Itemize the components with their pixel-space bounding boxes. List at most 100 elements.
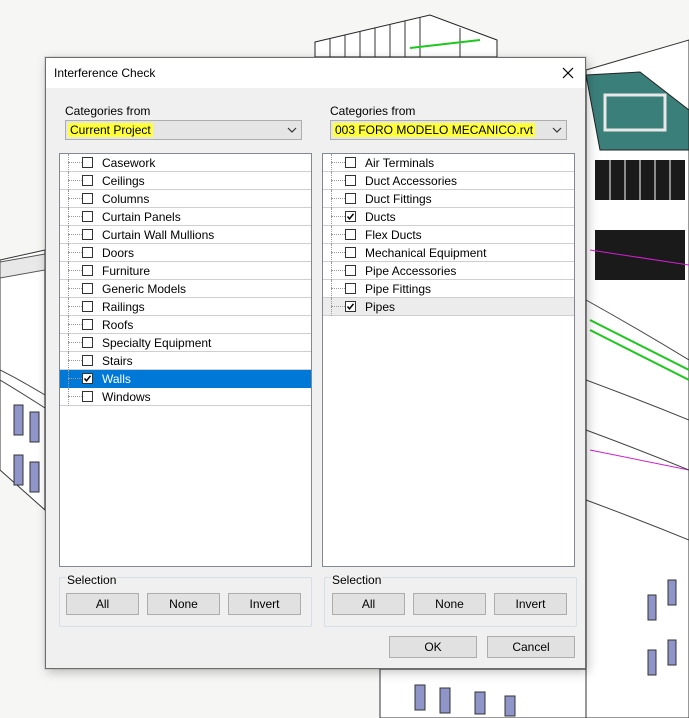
list-item[interactable]: Duct Fittings	[323, 190, 574, 208]
tree-connector	[331, 306, 345, 307]
left-all-button[interactable]: All	[66, 593, 139, 615]
tree-connector	[331, 180, 345, 181]
category-checkbox[interactable]	[345, 175, 356, 186]
right-source-dropdown[interactable]: 003 FORO MODELO MECANICO.rvt	[330, 120, 567, 140]
category-checkbox[interactable]	[82, 355, 93, 366]
category-checkbox[interactable]	[82, 247, 93, 258]
tree-connector	[331, 216, 345, 217]
list-item[interactable]: Specialty Equipment	[60, 334, 311, 352]
tree-connector	[331, 162, 345, 163]
category-checkbox[interactable]	[345, 247, 356, 258]
right-categories-label: Categories from	[330, 104, 416, 118]
category-checkbox[interactable]	[345, 193, 356, 204]
category-checkbox[interactable]	[82, 265, 93, 276]
category-checkbox[interactable]	[82, 193, 93, 204]
category-label: Furniture	[102, 264, 151, 278]
tree-connector	[331, 244, 332, 262]
right-invert-button[interactable]: Invert	[494, 593, 567, 615]
list-item[interactable]: Doors	[60, 244, 311, 262]
category-checkbox[interactable]	[82, 283, 93, 294]
tree-connector	[68, 198, 82, 199]
right-all-button[interactable]: All	[332, 593, 405, 615]
tree-connector	[68, 378, 82, 379]
right-none-button[interactable]: None	[413, 593, 486, 615]
list-item[interactable]: Walls	[60, 370, 311, 388]
list-item[interactable]: Ducts	[323, 208, 574, 226]
tree-connector	[331, 190, 332, 208]
tree-connector	[68, 162, 82, 163]
list-item[interactable]: Duct Accessories	[323, 172, 574, 190]
category-checkbox[interactable]	[82, 373, 93, 384]
list-item[interactable]: Curtain Wall Mullions	[60, 226, 311, 244]
category-label: Air Terminals	[365, 156, 435, 170]
close-icon	[562, 67, 574, 79]
list-item[interactable]: Casework	[60, 154, 311, 172]
left-source-value: Current Project	[68, 123, 153, 137]
list-item[interactable]: Mechanical Equipment	[323, 244, 574, 262]
tree-connector	[68, 172, 69, 190]
category-checkbox[interactable]	[82, 337, 93, 348]
tree-connector	[331, 280, 332, 298]
tree-connector	[68, 388, 69, 406]
chevron-down-icon	[287, 127, 297, 133]
tree-connector	[68, 244, 69, 262]
left-source-dropdown[interactable]: Current Project	[65, 120, 302, 140]
category-label: Curtain Wall Mullions	[102, 228, 215, 242]
list-item[interactable]: Pipe Fittings	[323, 280, 574, 298]
tree-connector	[68, 190, 69, 208]
category-checkbox[interactable]	[345, 301, 356, 312]
list-item[interactable]: Ceilings	[60, 172, 311, 190]
left-selection-label: Selection	[66, 573, 118, 587]
category-checkbox[interactable]	[82, 301, 93, 312]
category-checkbox[interactable]	[82, 391, 93, 402]
tree-connector	[68, 154, 69, 172]
category-checkbox[interactable]	[345, 265, 356, 276]
right-category-list[interactable]: Air Terminals Duct Accessories Duct Fittin…	[322, 153, 575, 567]
list-item[interactable]: Columns	[60, 190, 311, 208]
category-checkbox[interactable]	[82, 175, 93, 186]
category-label: Curtain Panels	[102, 210, 181, 224]
category-checkbox[interactable]	[82, 157, 93, 168]
list-item[interactable]: Stairs	[60, 352, 311, 370]
close-button[interactable]	[551, 58, 585, 88]
tree-connector	[68, 360, 82, 361]
list-item[interactable]: Flex Ducts	[323, 226, 574, 244]
tree-connector	[331, 198, 345, 199]
tree-connector	[68, 216, 82, 217]
list-item[interactable]: Curtain Panels	[60, 208, 311, 226]
list-item[interactable]: Generic Models	[60, 280, 311, 298]
category-label: Generic Models	[102, 282, 187, 296]
ok-button[interactable]: OK	[389, 636, 477, 658]
category-checkbox[interactable]	[82, 229, 93, 240]
category-checkbox[interactable]	[345, 283, 356, 294]
interference-check-dialog: Interference Check Categories from Curre…	[45, 57, 586, 669]
category-checkbox[interactable]	[345, 211, 356, 222]
category-label: Casework	[102, 156, 156, 170]
dialog-titlebar[interactable]: Interference Check	[46, 58, 585, 88]
tree-connector	[331, 208, 332, 226]
tree-connector	[68, 208, 69, 226]
left-invert-button[interactable]: Invert	[228, 593, 301, 615]
tree-connector	[331, 288, 345, 289]
category-label: Stairs	[102, 354, 133, 368]
category-checkbox[interactable]	[345, 229, 356, 240]
list-item[interactable]: Pipe Accessories	[323, 262, 574, 280]
tree-connector	[68, 342, 82, 343]
left-category-list[interactable]: Casework Ceilings Columns Curtain Panels Cur…	[59, 153, 312, 567]
cancel-button[interactable]: Cancel	[487, 636, 575, 658]
list-item[interactable]: Air Terminals	[323, 154, 574, 172]
category-checkbox[interactable]	[82, 211, 93, 222]
list-item[interactable]: Windows	[60, 388, 311, 406]
list-item[interactable]: Furniture	[60, 262, 311, 280]
category-checkbox[interactable]	[345, 157, 356, 168]
category-label: Pipe Fittings	[365, 282, 432, 296]
list-item[interactable]: Roofs	[60, 316, 311, 334]
checkmark-icon	[346, 303, 355, 310]
category-checkbox[interactable]	[82, 319, 93, 330]
left-none-button[interactable]: None	[147, 593, 220, 615]
category-label: Pipes	[365, 300, 396, 314]
category-label: Duct Fittings	[365, 192, 432, 206]
list-item[interactable]: Railings	[60, 298, 311, 316]
category-label: Roofs	[102, 318, 134, 332]
list-item[interactable]: Pipes	[323, 298, 574, 316]
